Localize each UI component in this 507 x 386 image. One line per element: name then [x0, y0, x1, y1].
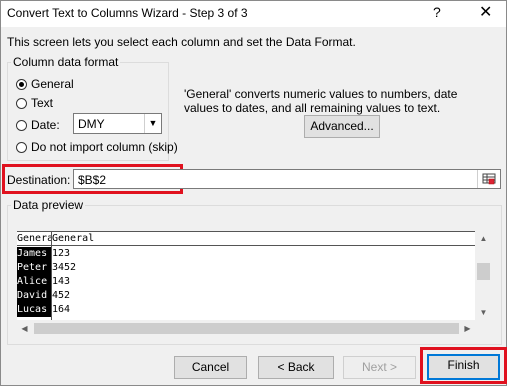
radio-label: General [31, 77, 74, 91]
preview-row: David 452 [17, 289, 475, 303]
next-button[interactable]: Next > [343, 356, 416, 379]
title-bar: Convert Text to Columns Wizard - Step 3 … [1, 1, 506, 27]
preview-cell: 123 [52, 248, 71, 259]
preview-cell: 452 [52, 290, 71, 301]
radio-date[interactable]: Date: [16, 118, 60, 132]
radio-general[interactable]: General [16, 77, 74, 91]
preview-cell: Lucas [17, 303, 51, 317]
radio-button[interactable] [16, 141, 27, 153]
preview-header-cell[interactable]: General [17, 233, 51, 244]
destination-input[interactable]: $B$2 [73, 169, 501, 189]
scroll-thumb[interactable] [34, 323, 459, 334]
preview-header-row: General General [17, 231, 475, 246]
preview-cell: 164 [52, 304, 71, 315]
close-button[interactable]: ✕ [479, 2, 492, 22]
date-format-value: DMY [78, 117, 105, 131]
preview-vertical-scrollbar[interactable]: ▲ ▼ [475, 231, 492, 320]
text-to-columns-dialog: Convert Text to Columns Wizard - Step 3 … [0, 0, 507, 386]
preview-cell: 3452 [52, 262, 77, 273]
preview-row: James 123 [17, 247, 475, 261]
advanced-button[interactable]: Advanced... [304, 115, 380, 138]
column-format-legend: Column data format [11, 55, 121, 69]
radio-label: Date: [31, 118, 60, 132]
finish-button[interactable]: Finish [427, 354, 500, 380]
radio-skip[interactable]: Do not import column (skip) [16, 140, 178, 154]
scroll-down-icon[interactable]: ▼ [475, 305, 492, 320]
range-select-icon[interactable] [477, 170, 500, 188]
data-preview-legend: Data preview [11, 198, 86, 212]
cancel-button[interactable]: Cancel [174, 356, 247, 379]
chevron-down-icon[interactable]: ▼ [144, 114, 161, 133]
radio-button[interactable] [16, 119, 27, 131]
date-format-select[interactable]: DMY ▼ [73, 113, 162, 134]
preview-cell: David [17, 289, 51, 303]
preview-horizontal-scrollbar[interactable]: ◀ ▶ [17, 320, 475, 337]
preview-header-cell[interactable]: General [52, 233, 94, 244]
intro-text: This screen lets you select each column … [7, 35, 356, 49]
radio-button[interactable] [16, 97, 27, 109]
radio-text[interactable]: Text [16, 96, 53, 110]
preview-row: Peter 3452 [17, 261, 475, 275]
help-button[interactable]: ? [433, 4, 441, 20]
preview-row: Alice 143 [17, 275, 475, 289]
scroll-right-icon[interactable]: ▶ [460, 320, 475, 337]
preview-cell: 143 [52, 276, 71, 287]
general-description: 'General' converts numeric values to num… [184, 87, 458, 115]
destination-label: Destination: [7, 173, 71, 187]
column-divider [51, 231, 52, 320]
scroll-left-icon[interactable]: ◀ [17, 320, 32, 337]
data-preview-grid[interactable]: General General James 123 Peter 3452 Ali… [17, 231, 475, 320]
radio-button[interactable] [16, 78, 27, 90]
preview-cell: Alice [17, 275, 51, 289]
back-button[interactable]: < Back [258, 356, 334, 379]
preview-cell: James [17, 247, 51, 261]
scroll-up-icon[interactable]: ▲ [475, 231, 492, 246]
preview-cell: Peter [17, 261, 51, 275]
radio-label: Do not import column (skip) [31, 140, 178, 154]
radio-label: Text [31, 96, 54, 110]
preview-row: Lucas 164 [17, 303, 475, 317]
window-title: Convert Text to Columns Wizard - Step 3 … [7, 6, 248, 20]
scroll-thumb[interactable] [477, 263, 490, 280]
destination-value: $B$2 [78, 173, 107, 187]
